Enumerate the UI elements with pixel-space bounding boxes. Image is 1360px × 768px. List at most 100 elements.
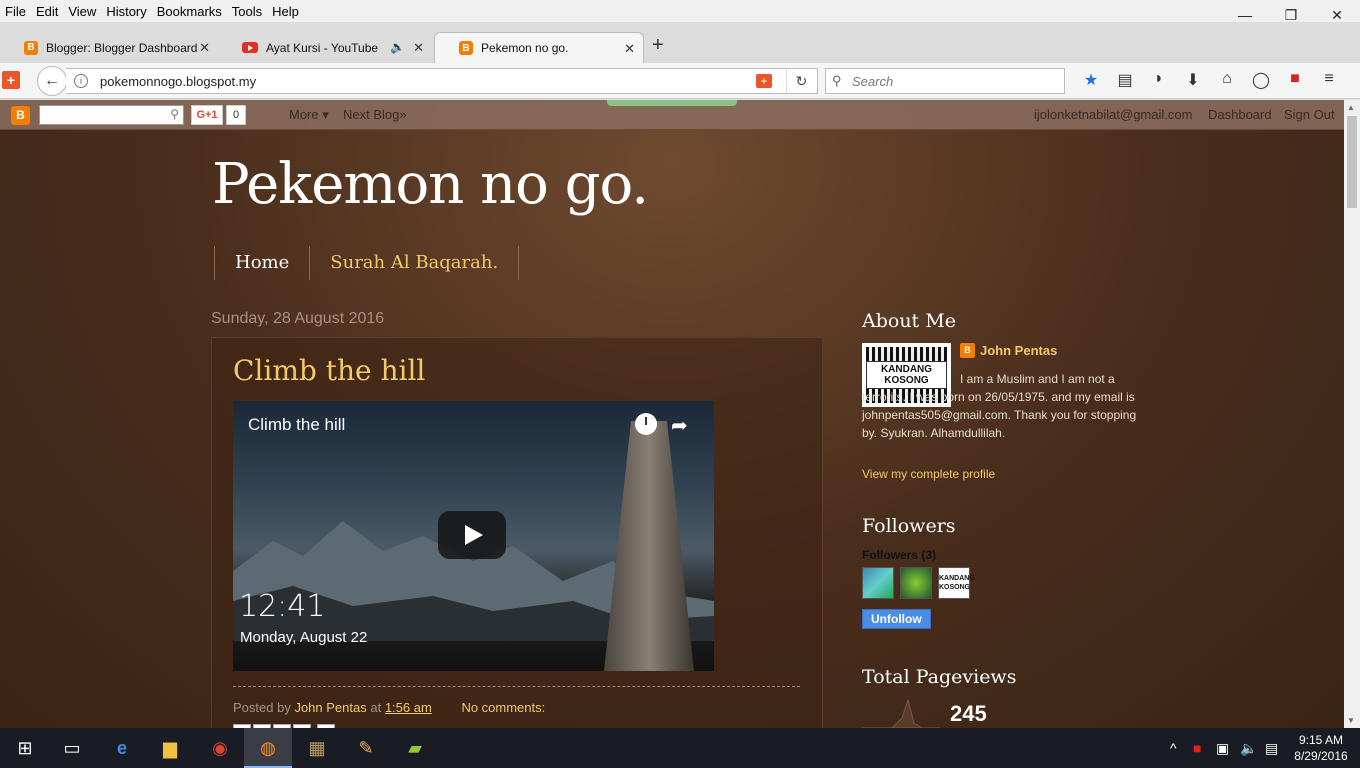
menu-tools[interactable]: Tools bbox=[227, 4, 267, 19]
notifications-icon[interactable]: ▤ bbox=[1265, 740, 1278, 757]
post-title[interactable]: Climb the hill bbox=[233, 354, 425, 387]
post-author-link[interactable]: John Pentas bbox=[294, 700, 366, 715]
close-tab-icon[interactable]: ✕ bbox=[413, 40, 424, 56]
app-icon[interactable]: ▦ bbox=[303, 734, 331, 762]
comments-link[interactable]: No comments: bbox=[461, 700, 545, 715]
taskbar-clock[interactable]: 9:15 AM 8/29/2016 bbox=[1292, 732, 1350, 764]
minimize-button[interactable]: — bbox=[1222, 0, 1268, 30]
clock-time: 9:15 AM bbox=[1298, 733, 1344, 747]
hamburger-menu-icon[interactable]: ≡ bbox=[1312, 70, 1346, 90]
close-tab-icon[interactable]: ✕ bbox=[624, 41, 635, 57]
library-icon[interactable]: ▤ bbox=[1108, 70, 1142, 90]
follower-avatar[interactable] bbox=[862, 567, 894, 599]
network-icon[interactable]: ▣ bbox=[1216, 740, 1229, 757]
tab-title: Pekemon no go. bbox=[481, 41, 569, 55]
star-icon[interactable]: ★ bbox=[1074, 70, 1108, 90]
pocket-icon[interactable]: ◗ bbox=[1142, 70, 1176, 90]
tab-bar: Blogger: Blogger Dashboard ✕ Ayat Kursi … bbox=[0, 30, 1360, 63]
task-view-icon[interactable]: ▭ bbox=[58, 734, 86, 762]
edge-icon[interactable]: e bbox=[108, 734, 136, 762]
close-tab-icon[interactable]: ✕ bbox=[199, 40, 210, 56]
search-icon[interactable]: ⚲ bbox=[170, 107, 179, 121]
window-controls: — ❐ ✕ bbox=[1222, 0, 1360, 30]
watch-later-icon[interactable] bbox=[635, 413, 657, 435]
sign-out-link[interactable]: Sign Out bbox=[1284, 107, 1335, 122]
blog-search-input[interactable]: ⚲ bbox=[39, 105, 184, 125]
more-menu[interactable]: More ▾ bbox=[289, 107, 329, 123]
post-separator bbox=[233, 686, 800, 687]
gplus-button[interactable]: G+1 bbox=[191, 105, 223, 125]
post: Climb the hill Climb the hill ➦ 12:41 Mo… bbox=[211, 337, 823, 728]
tray-up-icon[interactable]: ^ bbox=[1170, 740, 1177, 756]
menu-bookmarks[interactable]: Bookmarks bbox=[152, 4, 227, 19]
post-time-link[interactable]: 1:56 am bbox=[385, 700, 432, 715]
url-text[interactable]: pokemonnogo.blogspot.my bbox=[100, 74, 256, 89]
tab-title: Ayat Kursi - YouTube bbox=[266, 40, 379, 55]
video-player[interactable]: Climb the hill ➦ 12:41 Monday, August 22 bbox=[233, 401, 714, 671]
download-icon[interactable]: ⬇ bbox=[1176, 70, 1210, 90]
follower-avatar[interactable]: KANDANG KOSONG bbox=[938, 567, 975, 599]
addon-icon[interactable]: + bbox=[2, 71, 20, 89]
pageviews-heading: Total Pageviews bbox=[862, 666, 1017, 688]
follower-thumbnails: KANDANG KOSONG bbox=[862, 567, 975, 599]
scroll-up-icon[interactable]: ▲ bbox=[1347, 103, 1355, 112]
tab-ayat-kursi[interactable]: Ayat Kursi - YouTube 🔈 ✕ bbox=[218, 32, 432, 63]
post-footer: Posted by John Pentas at 1:56 am No comm… bbox=[233, 700, 545, 715]
blogger-icon bbox=[24, 40, 38, 55]
firefox-icon[interactable]: ◍ bbox=[254, 734, 282, 762]
user-email[interactable]: ijolonketnabilat@gmail.com bbox=[1034, 107, 1192, 122]
tab-blogger-dashboard[interactable]: Blogger: Blogger Dashboard ✕ bbox=[0, 32, 218, 63]
reload-icon[interactable]: ↻ bbox=[786, 69, 816, 93]
about-heading: About Me bbox=[862, 310, 956, 332]
unfollow-button[interactable]: Unfollow bbox=[862, 609, 931, 629]
chrome-icon[interactable]: ◉ bbox=[206, 734, 234, 762]
menu-edit[interactable]: Edit bbox=[31, 4, 63, 19]
share-icon[interactable]: ➦ bbox=[671, 413, 688, 438]
new-tab-button[interactable]: + bbox=[652, 34, 664, 57]
blog-title[interactable]: Pekemon no go. bbox=[212, 152, 649, 217]
close-window-button[interactable]: ✕ bbox=[1314, 0, 1360, 30]
search-placeholder: Search bbox=[852, 74, 894, 89]
tab-surah[interactable]: Surah Al Baqarah. bbox=[310, 246, 520, 280]
site-info-icon[interactable]: i bbox=[74, 74, 88, 88]
paint-icon[interactable]: ✎ bbox=[352, 734, 380, 762]
address-bar[interactable]: i pokemonnogo.blogspot.my + ↻ bbox=[66, 68, 818, 94]
view-profile-link[interactable]: View my complete profile bbox=[862, 467, 995, 481]
taskbar: ⊞ ▭ e ▆ ◉ ◍ ▦ ✎ ▰ ^ ■ ▣ 🔈 ▤ 9:15 AM 8/29… bbox=[0, 728, 1360, 768]
followers-count[interactable]: Followers (3) bbox=[862, 548, 936, 562]
menu-help[interactable]: Help bbox=[267, 4, 304, 19]
at-label: at bbox=[370, 700, 382, 715]
page-scrollbar[interactable]: ▲ ▼ bbox=[1344, 100, 1360, 728]
follower-avatar[interactable] bbox=[900, 567, 932, 599]
file-explorer-icon[interactable]: ▆ bbox=[156, 734, 184, 762]
profile-name-link[interactable]: John Pentas bbox=[980, 343, 1057, 358]
tab-pekemon[interactable]: Pekemon no go. ✕ bbox=[434, 32, 644, 63]
menu-history[interactable]: History bbox=[101, 4, 151, 19]
profile-name[interactable]: B John Pentas bbox=[960, 343, 1057, 358]
adblock-tray-icon[interactable]: ■ bbox=[1193, 740, 1201, 756]
home-icon[interactable]: ⌂ bbox=[1210, 70, 1244, 90]
volume-icon[interactable]: 🔈 bbox=[1240, 740, 1257, 757]
dashboard-link[interactable]: Dashboard bbox=[1208, 107, 1272, 122]
adblock-icon[interactable]: ■ bbox=[1278, 70, 1312, 90]
windows-start-icon[interactable]: ⊞ bbox=[11, 734, 39, 762]
scrollbar-thumb[interactable] bbox=[1347, 116, 1357, 208]
blogger-logo-icon[interactable]: B bbox=[11, 106, 30, 125]
toolbar-icons: ★ ▤ ◗ ⬇ ⌂ ◯ ■ ≡ bbox=[1074, 70, 1346, 90]
video-title[interactable]: Climb the hill bbox=[248, 415, 345, 435]
menu-view[interactable]: View bbox=[63, 4, 101, 19]
search-input[interactable]: ⚲ Search bbox=[825, 68, 1065, 94]
menu-file[interactable]: File bbox=[0, 4, 31, 19]
back-button[interactable]: ← bbox=[37, 66, 67, 96]
blogger-icon: B bbox=[960, 343, 975, 358]
bookmark-add-icon[interactable]: + bbox=[756, 74, 772, 88]
scroll-down-icon[interactable]: ▼ bbox=[1347, 716, 1355, 725]
speaker-icon[interactable]: 🔈 bbox=[390, 40, 405, 54]
play-button[interactable] bbox=[438, 511, 506, 559]
maximize-button[interactable]: ❐ bbox=[1268, 0, 1314, 30]
next-blog-link[interactable]: Next Blog» bbox=[343, 107, 407, 122]
tab-home[interactable]: Home bbox=[215, 246, 311, 280]
blog-page: B ⚲ G+1 0 More ▾ Next Blog» ijolonketnab… bbox=[0, 100, 1344, 728]
chat-icon[interactable]: ◯ bbox=[1244, 70, 1278, 90]
folder-icon[interactable]: ▰ bbox=[401, 734, 429, 762]
